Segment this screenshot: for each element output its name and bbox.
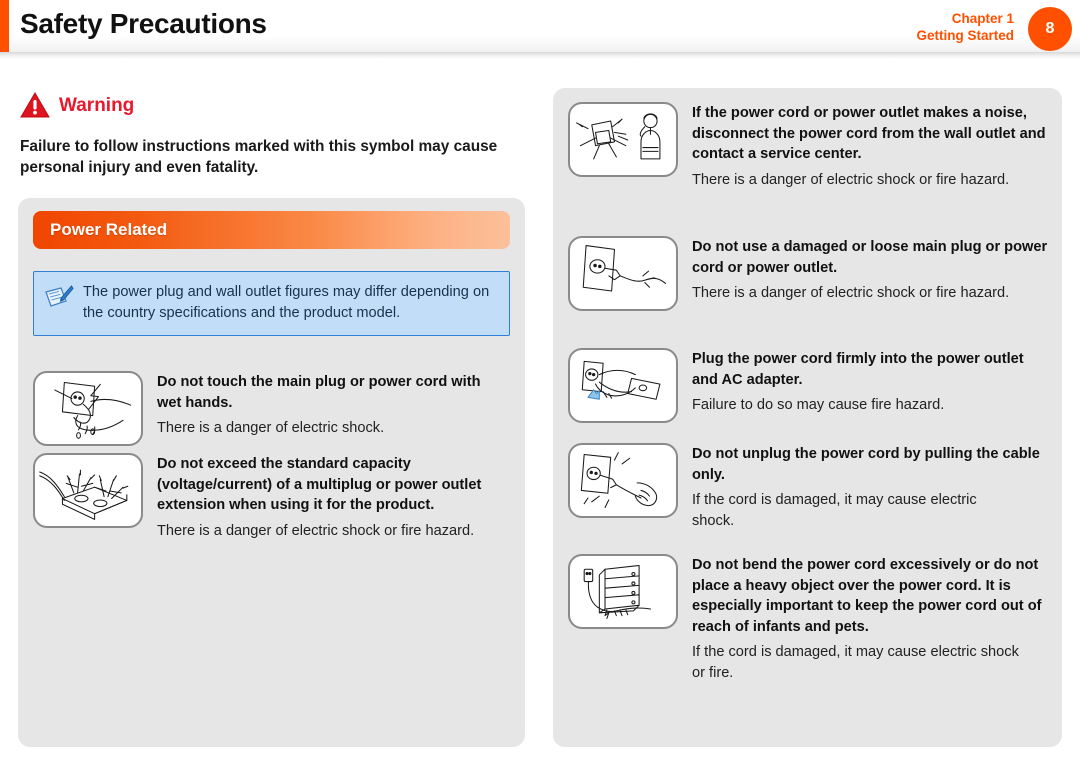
list-item-title: Do not use a damaged or loose main plug … (692, 239, 1048, 276)
list-item-title: Do not exceed the standard capacity (vol… (157, 456, 482, 513)
list-item-title: Do not bend the power cord excessively o… (692, 557, 1042, 635)
list-item: Do not touch the main plug or power cord… (33, 371, 513, 446)
page-header: Safety Precautions Chapter 1 Getting Sta… (0, 0, 1080, 59)
chapter-label: Chapter 1 Getting Started (916, 10, 1014, 44)
note-box: The power plug and wall outlet figures m… (33, 271, 510, 336)
pulling-cable-unplug-icon (568, 443, 678, 518)
section-banner-title: Power Related (50, 220, 168, 239)
warning-description: Failure to follow instructions marked wi… (20, 138, 498, 176)
warning-label: Warning (59, 94, 135, 116)
list-item-description: There is a danger of electric shock or f… (157, 522, 475, 539)
header-divider (0, 52, 1080, 59)
page-number-badge: 8 (1028, 7, 1072, 51)
list-item-title: Plug the power cord firmly into the powe… (692, 351, 1024, 388)
warning-triangle-icon (20, 92, 50, 118)
wet-hands-plug-icon (33, 371, 143, 446)
chapter-name-label: Getting Started (916, 28, 1014, 43)
list-item-title: Do not touch the main plug or power cord… (157, 374, 481, 411)
section-banner: Power Related (33, 211, 510, 249)
list-item-description: There is a danger of electric shock or f… (692, 285, 1010, 301)
damaged-loose-plug-icon (568, 236, 678, 311)
list-item-description: Failure to do so may cause fire hazard. (692, 397, 945, 413)
bent-cord-heavy-object-icon (568, 554, 678, 629)
list-item-description: If the cord is damaged, it may cause ele… (692, 492, 977, 529)
list-item: Plug the power cord firmly into the powe… (568, 348, 1053, 423)
list-item-description: There is a danger of electric shock or f… (692, 171, 1010, 188)
list-item-title: Do not unplug the power cord by pulling … (692, 446, 1040, 483)
list-item: If the power cord or power outlet makes … (568, 102, 1053, 191)
noisy-outlet-service-call-icon (568, 102, 678, 177)
header-accent-bar (0, 0, 9, 52)
overloaded-multiplug-icon (33, 453, 143, 528)
right-panel: If the power cord or power outlet makes … (553, 88, 1062, 747)
list-item-description: If the cord is damaged, it may cause ele… (692, 644, 1019, 681)
page-title: Safety Precautions (20, 8, 267, 39)
list-item: Do not unplug the power cord by pulling … (568, 443, 1053, 532)
list-item-title: If the power cord or power outlet makes … (692, 105, 1046, 162)
list-item: Do not exceed the standard capacity (vol… (33, 453, 513, 542)
left-panel: Power Related The power plug and wall ou… (18, 198, 525, 747)
list-item: Do not bend the power cord excessively o… (568, 554, 1053, 684)
warning-heading: Warning (20, 92, 134, 119)
list-item-description: There is a danger of electric shock. (157, 420, 385, 436)
list-item: Do not use a damaged or loose main plug … (568, 236, 1053, 311)
plug-firmly-ac-adapter-icon (568, 348, 678, 423)
note-pen-icon (45, 285, 74, 307)
note-text: The power plug and wall outlet figures m… (83, 284, 490, 321)
chapter-number-label: Chapter 1 (951, 11, 1014, 26)
document-page: Safety Precautions Chapter 1 Getting Sta… (0, 0, 1080, 766)
